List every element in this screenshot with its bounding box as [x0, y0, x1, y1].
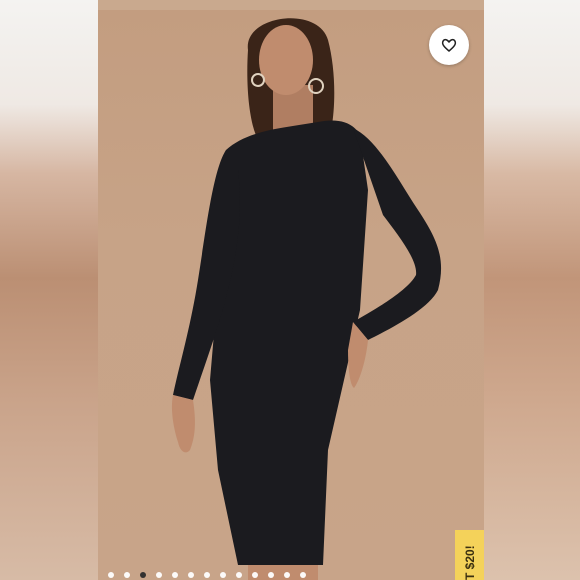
carousel-dot[interactable]: [124, 572, 130, 578]
blurred-background-right: [484, 0, 580, 580]
heart-icon: [441, 38, 457, 52]
carousel-dot[interactable]: [284, 572, 290, 578]
carousel-dot[interactable]: [140, 572, 146, 578]
carousel-dot[interactable]: [220, 572, 226, 578]
carousel-dot[interactable]: [172, 572, 178, 578]
model-illustration: [171, 18, 442, 580]
blurred-background-left: [0, 0, 98, 580]
carousel-dot[interactable]: [156, 572, 162, 578]
carousel-dot[interactable]: [204, 572, 210, 578]
carousel-dot[interactable]: [236, 572, 242, 578]
carousel-dot[interactable]: [252, 572, 258, 578]
carousel-dot[interactable]: [188, 572, 194, 578]
like-button[interactable]: [429, 25, 469, 65]
carousel-indicator[interactable]: [108, 570, 306, 580]
carousel-dot[interactable]: [300, 572, 306, 578]
carousel-dot[interactable]: [108, 572, 114, 578]
carousel-dot[interactable]: [268, 572, 274, 578]
product-photo[interactable]: [98, 10, 484, 580]
promo-badge[interactable]: T $20!: [455, 530, 484, 580]
promo-text: T $20!: [463, 545, 477, 580]
